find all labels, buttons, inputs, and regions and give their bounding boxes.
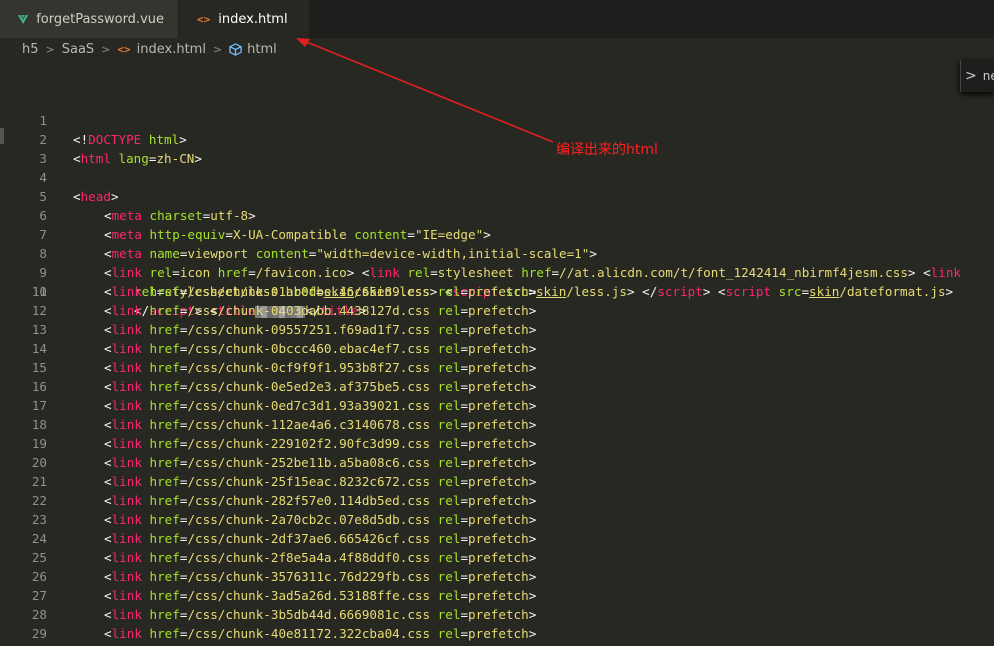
annotation-label: 编译出来的html	[556, 142, 658, 158]
annotation-arrow	[296, 38, 554, 143]
